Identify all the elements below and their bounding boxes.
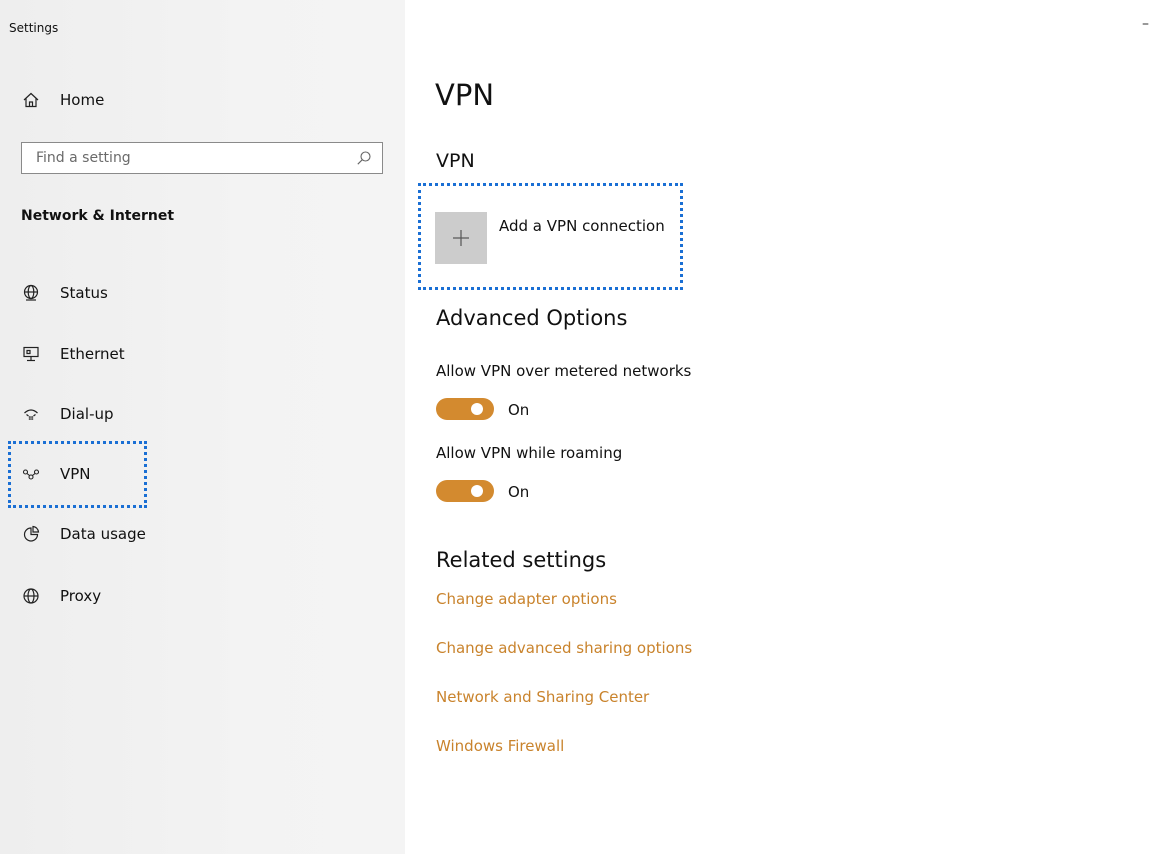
sidebar-item-vpn[interactable]: VPN (22, 462, 91, 486)
dialup-icon (22, 405, 40, 423)
sidebar-item-label: Dial-up (60, 405, 114, 423)
roaming-toggle[interactable] (436, 480, 494, 502)
sidebar: Settings Home Network & Internet Status … (0, 0, 405, 854)
change-advanced-sharing-link[interactable]: Change advanced sharing options (436, 639, 692, 657)
change-adapter-options-link[interactable]: Change adapter options (436, 590, 617, 608)
metered-option-label: Allow VPN over metered networks (436, 362, 692, 380)
search-box[interactable] (21, 142, 383, 174)
add-vpn-label: Add a VPN connection (499, 217, 665, 235)
sidebar-item-label: Ethernet (60, 345, 125, 363)
sidebar-item-label: Proxy (60, 587, 102, 605)
sidebar-item-data-usage[interactable]: Data usage (22, 522, 146, 546)
globe-status-icon (22, 284, 40, 302)
vpn-icon (22, 465, 40, 483)
sidebar-item-dialup[interactable]: Dial-up (22, 402, 114, 426)
metered-toggle-state: On (508, 401, 530, 419)
roaming-toggle-state: On (508, 483, 530, 501)
sidebar-item-label: Home (60, 91, 105, 109)
sidebar-item-home[interactable]: Home (22, 88, 104, 112)
sidebar-item-ethernet[interactable]: Ethernet (22, 342, 125, 366)
ethernet-icon (22, 345, 40, 363)
toggle-knob (471, 485, 483, 497)
add-tile[interactable] (435, 212, 487, 264)
page-title: VPN (435, 78, 495, 112)
data-usage-icon (22, 525, 40, 543)
search-input[interactable] (22, 143, 342, 173)
advanced-options-title: Advanced Options (436, 306, 628, 330)
sidebar-item-label: VPN (60, 465, 91, 483)
home-icon (22, 91, 40, 109)
sidebar-item-status[interactable]: Status (22, 281, 108, 305)
sidebar-item-label: Status (60, 284, 108, 302)
plus-icon (453, 230, 469, 246)
roaming-option-label: Allow VPN while roaming (436, 444, 623, 462)
search-icon[interactable] (356, 150, 372, 166)
vpn-section-title: VPN (436, 150, 475, 172)
windows-firewall-link[interactable]: Windows Firewall (436, 737, 564, 755)
add-vpn-connection-button[interactable]: Add a VPN connection (435, 212, 675, 264)
metered-toggle[interactable] (436, 398, 494, 420)
sidebar-item-label: Data usage (60, 525, 146, 543)
globe-proxy-icon (22, 587, 40, 605)
related-settings-title: Related settings (436, 548, 607, 572)
sidebar-item-proxy[interactable]: Proxy (22, 584, 101, 608)
toggle-knob (471, 403, 483, 415)
section-title: Network & Internet (21, 208, 175, 224)
window-title: Settings (9, 21, 59, 35)
network-sharing-center-link[interactable]: Network and Sharing Center (436, 688, 649, 706)
minimize-button[interactable]: – (1142, 16, 1149, 32)
